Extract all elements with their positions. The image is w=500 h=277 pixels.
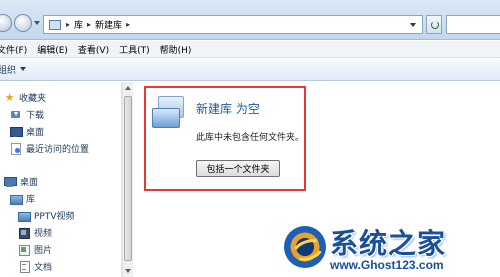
nav-item-label: 下载 <box>26 111 45 121</box>
nav-item-pptv-video[interactable]: PPTV视频 <box>18 209 75 222</box>
watermark-title: 系统之家 <box>330 227 447 260</box>
nav-item-documents[interactable]: 文档 <box>18 260 52 273</box>
library-icon-front <box>152 108 180 128</box>
refresh-button[interactable] <box>426 15 442 34</box>
breadcrumb-separator-icon[interactable]: ▸ <box>126 20 130 29</box>
back-button[interactable] <box>0 14 12 32</box>
nav-item-desktop[interactable]: 桌面 <box>10 125 44 138</box>
scroll-thumb[interactable] <box>124 96 132 261</box>
organize-button[interactable]: 组织 <box>0 63 27 76</box>
nav-item-label: PPTV视频 <box>34 212 75 222</box>
empty-library-title: 新建库 为空 <box>196 102 260 116</box>
nav-item-pictures[interactable]: 图片 <box>18 243 52 256</box>
nav-item-recent-places[interactable]: 最近访问的位置 <box>10 142 89 155</box>
menu-file[interactable]: 文件(F) <box>0 43 27 56</box>
nav-desktop-label: 桌面 <box>20 178 39 188</box>
search-input[interactable] <box>446 15 500 34</box>
organize-label: 组织 <box>0 65 17 76</box>
desktop-icon <box>10 126 23 137</box>
nav-favorites[interactable]: ★ 收藏夹 <box>4 91 46 104</box>
nav-item-label: 桌面 <box>26 128 45 138</box>
nav-libraries[interactable]: 库 <box>10 192 35 205</box>
nav-item-downloads[interactable]: 下载 <box>10 108 44 121</box>
command-bar: 组织 <box>0 58 500 81</box>
star-icon: ★ <box>4 91 15 104</box>
scroll-up-icon[interactable] <box>125 86 131 90</box>
nav-desktop-root[interactable]: 桌面 <box>4 175 38 188</box>
scroll-down-icon[interactable] <box>125 269 131 273</box>
include-folder-button[interactable]: 包括一个文件夹 <box>196 160 280 177</box>
nav-item-label: 文档 <box>34 263 53 273</box>
nav-libraries-label: 库 <box>26 195 36 205</box>
menu-bar: 文件(F) 编辑(E) 查看(V) 工具(T) 帮助(H) <box>0 41 500 58</box>
nav-scrollbar[interactable] <box>122 82 133 277</box>
breadcrumb-separator-icon[interactable]: ▸ <box>66 20 70 29</box>
menu-help[interactable]: 帮助(H) <box>160 43 192 56</box>
document-library-icon <box>18 261 30 273</box>
breadcrumb-library[interactable]: 库 <box>74 18 83 31</box>
library-icon <box>10 193 23 205</box>
nav-item-label: 图片 <box>34 246 53 256</box>
forward-button[interactable] <box>14 14 32 32</box>
menu-view[interactable]: 查看(V) <box>78 43 109 56</box>
chevron-down-icon <box>20 67 27 71</box>
desktop-icon <box>4 176 17 187</box>
nav-favorites-label: 收藏夹 <box>19 94 47 104</box>
menu-tools[interactable]: 工具(T) <box>119 43 150 56</box>
nav-item-label: 视频 <box>34 229 53 239</box>
download-icon <box>10 109 21 120</box>
watermark-logo-icon <box>284 226 326 268</box>
library-icon <box>18 210 31 222</box>
nav-item-label: 最近访问的位置 <box>26 145 90 155</box>
address-bar: ▸ 库 ▸ 新建库 ▸ <box>0 0 500 40</box>
video-library-icon <box>18 227 30 239</box>
breadcrumb-new-library[interactable]: 新建库 <box>95 18 122 31</box>
watermark-url: www.Ghost123.com <box>330 258 444 272</box>
breadcrumb-separator-icon[interactable]: ▸ <box>87 20 91 29</box>
picture-library-icon <box>18 244 30 256</box>
recent-places-icon <box>10 143 21 155</box>
watermark: 系统之家 www.Ghost123.com <box>284 222 498 276</box>
navigation-pane: ★ 收藏夹 下载 桌面 最近访问的位置 桌面 库 PPTV视频 视频 图片 文档 <box>0 82 122 277</box>
recent-pages-dropdown-icon[interactable] <box>34 21 40 25</box>
library-icon <box>48 18 62 31</box>
empty-library-description: 此库中未包含任何文件夹。 <box>196 133 305 143</box>
library-large-icon <box>152 96 186 130</box>
address-dropdown-icon[interactable] <box>410 23 416 27</box>
menu-edit[interactable]: 编辑(E) <box>37 43 68 56</box>
nav-item-videos[interactable]: 视频 <box>18 226 52 239</box>
address-box[interactable]: ▸ 库 ▸ 新建库 ▸ <box>43 15 423 34</box>
